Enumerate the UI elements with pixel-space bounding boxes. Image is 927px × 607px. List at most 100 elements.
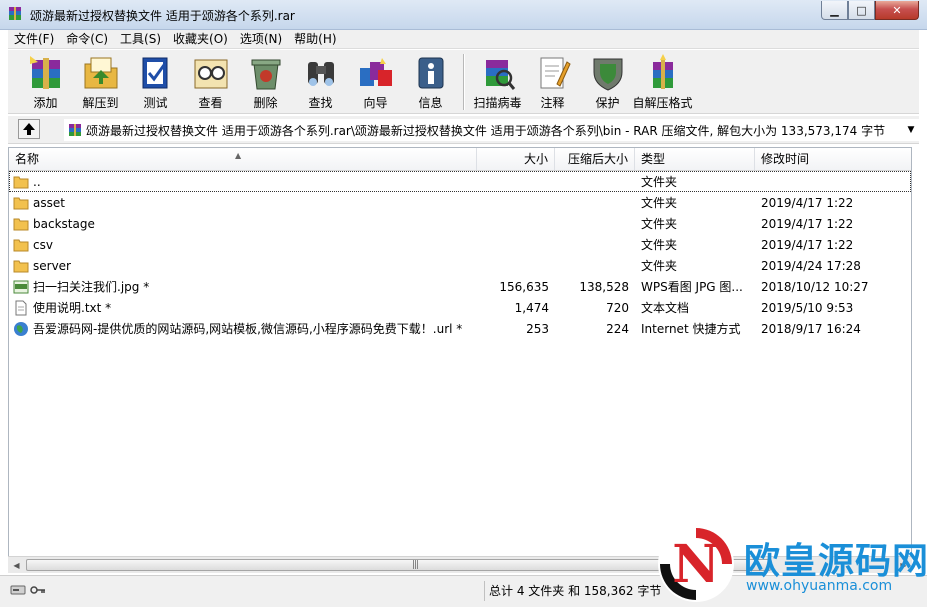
file-size: 156,635 — [499, 279, 549, 294]
text-file-icon — [15, 300, 27, 315]
up-folder-button[interactable] — [18, 119, 40, 139]
path-combobox[interactable]: 颂游最新过授权替换文件 适用于颂游各个系列.rar\颂游最新过授权替换文件 适用… — [64, 119, 919, 141]
folder-icon — [13, 176, 29, 188]
info-button[interactable]: 信息 — [403, 50, 458, 112]
list-header: 名称 ▲ 大小 压缩后大小 类型 修改时间 — [9, 148, 911, 171]
view-button[interactable]: 查看 — [183, 50, 238, 112]
add-button[interactable]: 添加 — [18, 50, 73, 112]
internet-shortcut-icon — [14, 321, 28, 336]
table-row[interactable]: server 文件夹 2019/4/24 17:28 — [9, 255, 911, 276]
table-row[interactable]: .. 文件夹 — [9, 171, 911, 192]
view-icon — [194, 59, 227, 89]
find-button[interactable]: 查找 — [293, 50, 348, 112]
address-bar: 颂游最新过授权替换文件 适用于颂游各个系列.rar\颂游最新过授权替换文件 适用… — [8, 116, 919, 144]
info-label: 信息 — [418, 96, 443, 110]
comment-button[interactable]: 注释 — [525, 50, 580, 112]
key-icon[interactable] — [30, 583, 46, 597]
menu-favorites[interactable]: 收藏夹(O) — [167, 30, 234, 49]
title-bar[interactable]: 颂游最新过授权替换文件 适用于颂游各个系列.rar ▁ □ ✕ — [0, 0, 927, 30]
grip-icon: ||| — [412, 560, 419, 570]
file-size: 1,474 — [514, 300, 549, 315]
watermark-site-name: 欧皇源码网 — [744, 541, 927, 582]
column-name-label: 名称 — [15, 152, 40, 166]
wizard-button[interactable]: 向导 — [348, 50, 403, 112]
file-modified: 2019/4/17 1:22 — [761, 216, 854, 231]
watermark: N 欧皇源码网 www.ohyuanma.com — [652, 522, 927, 607]
folder-icon — [13, 218, 29, 230]
sfx-icon — [652, 54, 673, 89]
jpeg-file-icon — [13, 280, 29, 293]
file-name: 使用说明.txt * — [33, 301, 112, 315]
chevron-down-icon[interactable]: ▼ — [903, 125, 919, 135]
toolbar-separator — [463, 54, 465, 110]
file-type: 文件夹 — [641, 196, 678, 210]
file-name: csv — [33, 237, 53, 252]
sfx-label: 自解压格式 — [632, 96, 693, 110]
file-modified: 2018/9/17 16:24 — [761, 321, 861, 336]
archive-icon — [69, 124, 81, 136]
window-controls: ▁ □ ✕ — [821, 1, 919, 20]
extract-to-icon — [84, 57, 117, 89]
virus-scan-label: 扫描病毒 — [473, 96, 522, 110]
view-label: 查看 — [198, 96, 223, 110]
table-row[interactable]: 吾爱源码网-提供优质的网站源码,网站模板,微信源码,小程序源码免费下载！.url… — [9, 318, 911, 339]
menu-file[interactable]: 文件(F) — [8, 30, 60, 49]
file-type: 文本文档 — [641, 301, 690, 315]
table-row[interactable]: csv 文件夹 2019/4/17 1:22 — [9, 234, 911, 255]
scroll-left-icon[interactable]: ◀ — [8, 557, 25, 573]
table-row[interactable]: 扫一扫关注我们.jpg * 156,635 138,528 WPS看图 JPG … — [9, 276, 911, 297]
file-size: 253 — [526, 321, 549, 336]
file-list[interactable]: 名称 ▲ 大小 压缩后大小 类型 修改时间 .. 文件夹 asset 文件夹 2… — [8, 147, 912, 558]
protect-button[interactable]: 保护 — [580, 50, 635, 112]
file-name: asset — [33, 195, 65, 210]
menu-bar: 文件(F) 命令(C) 工具(S) 收藏夹(O) 选项(N) 帮助(H) — [8, 30, 919, 49]
drive-icon[interactable] — [10, 583, 26, 597]
file-packed: 138,528 — [579, 279, 629, 294]
protect-label: 保护 — [595, 96, 620, 110]
up-arrow-icon — [23, 123, 35, 135]
file-packed: 720 — [606, 300, 629, 315]
file-packed: 224 — [606, 321, 629, 336]
protect-icon — [593, 58, 622, 91]
table-row[interactable]: asset 文件夹 2019/4/17 1:22 — [9, 192, 911, 213]
file-name: server — [33, 258, 71, 273]
column-header-packed[interactable]: 压缩后大小 — [555, 148, 635, 170]
table-row[interactable]: 使用说明.txt * 1,474 720 文本文档 2019/5/10 9:53 — [9, 297, 911, 318]
menu-tools[interactable]: 工具(S) — [114, 30, 167, 49]
test-button[interactable]: 测试 — [128, 50, 183, 112]
status-icons — [10, 583, 46, 597]
extract-to-button[interactable]: 解压到 — [73, 50, 128, 112]
folder-icon — [13, 197, 29, 209]
virus-scan-button[interactable]: 扫描病毒 — [470, 50, 525, 112]
menu-commands[interactable]: 命令(C) — [60, 30, 114, 49]
minimize-button[interactable]: ▁ — [821, 1, 848, 20]
window-title: 颂游最新过授权替换文件 适用于颂游各个系列.rar — [30, 9, 295, 23]
sort-ascending-icon: ▲ — [235, 151, 242, 160]
extract-to-label: 解压到 — [82, 96, 119, 110]
find-label: 查找 — [308, 96, 333, 110]
file-modified: 2019/4/17 1:22 — [761, 195, 854, 210]
column-header-type[interactable]: 类型 — [635, 148, 755, 170]
file-modified: 2019/4/24 17:28 — [761, 258, 861, 273]
menu-options[interactable]: 选项(N) — [234, 30, 288, 49]
menu-help[interactable]: 帮助(H) — [288, 30, 342, 49]
winrar-app-icon[interactable] — [7, 6, 23, 22]
file-type: 文件夹 — [641, 217, 678, 231]
add-archive-icon — [29, 56, 60, 89]
info-icon — [418, 57, 443, 89]
test-label: 测试 — [143, 96, 168, 110]
file-name: backstage — [33, 216, 95, 231]
column-header-name[interactable]: 名称 ▲ — [9, 148, 477, 170]
column-header-size[interactable]: 大小 — [477, 148, 555, 170]
toolbar: 添加 解压到 测试 查看 删除 查找 向导 信息 扫描病毒 注释 保护 自解压格… — [8, 50, 919, 114]
delete-label: 删除 — [253, 96, 278, 110]
close-button[interactable]: ✕ — [875, 1, 919, 20]
file-modified: 2019/4/17 1:22 — [761, 237, 854, 252]
table-row[interactable]: backstage 文件夹 2019/4/17 1:22 — [9, 213, 911, 234]
column-header-modified[interactable]: 修改时间 — [755, 148, 911, 170]
delete-button[interactable]: 删除 — [238, 50, 293, 112]
watermark-url: www.ohyuanma.com — [746, 578, 893, 594]
sfx-button[interactable]: 自解压格式 — [632, 50, 693, 112]
watermark-logo-letter: N — [672, 534, 720, 595]
maximize-button[interactable]: □ — [848, 1, 875, 20]
